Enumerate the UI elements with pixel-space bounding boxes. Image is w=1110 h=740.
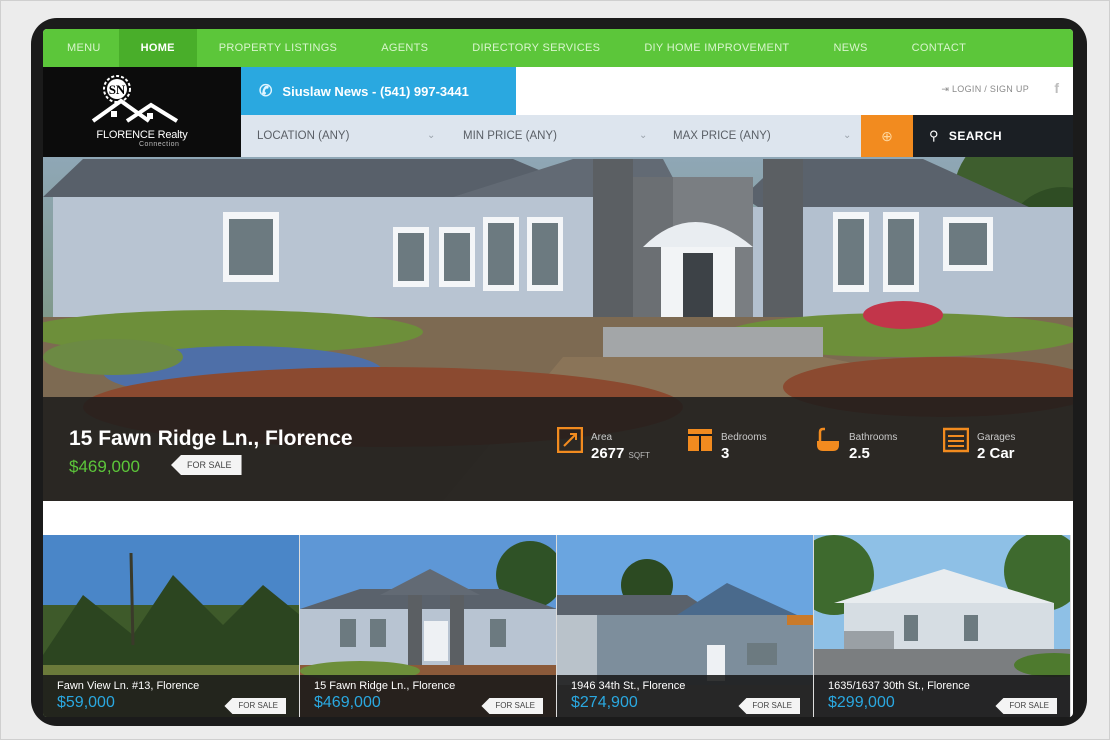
listing-title[interactable]: 15 Fawn Ridge Ln., Florence bbox=[314, 680, 455, 692]
stat-area-label: Area bbox=[591, 432, 613, 443]
stat-garages-value: 2 Car bbox=[977, 445, 1015, 462]
listing-title[interactable]: 1946 34th St., Florence bbox=[571, 680, 685, 692]
listing-price: $299,000 bbox=[828, 694, 895, 711]
nav-directory-services[interactable]: DIRECTORY SERVICES bbox=[450, 29, 622, 67]
listing-card[interactable]: 1946 34th St., Florence $274,900 FOR SAL… bbox=[557, 535, 814, 717]
logo-name: FLORENCE Realty bbox=[96, 129, 188, 141]
nav-diy-home-improvement[interactable]: DIY HOME IMPROVEMENT bbox=[622, 29, 811, 67]
search-button[interactable]: ⚲ SEARCH bbox=[913, 115, 1073, 157]
listing-info: 15 Fawn Ridge Ln., Florence $469,000 FOR… bbox=[300, 675, 556, 717]
stat-bathrooms-label: Bathrooms bbox=[849, 432, 898, 443]
listing-price: $59,000 bbox=[57, 694, 115, 711]
for-sale-badge: FOR SALE bbox=[224, 698, 286, 714]
search-filter-bar: LOCATION (ANY) ⌄ MIN PRICE (ANY) ⌄ MAX P… bbox=[241, 115, 1073, 157]
stat-bathrooms-value: 2.5 bbox=[849, 445, 870, 462]
header-utility-bar: ⇥ LOGIN / SIGN UP f bbox=[516, 67, 1073, 115]
area-icon bbox=[557, 427, 583, 453]
listing-card[interactable]: 1635/1637 30th St., Florence $299,000 FO… bbox=[814, 535, 1071, 717]
stat-garages-label: Garages bbox=[977, 432, 1016, 443]
nav-contact[interactable]: CONTACT bbox=[890, 29, 988, 67]
for-sale-badge: FOR SALE bbox=[481, 698, 543, 714]
nav-home[interactable]: HOME bbox=[118, 29, 197, 67]
search-icon: ⚲ bbox=[929, 128, 939, 143]
for-sale-badge: FOR SALE bbox=[995, 698, 1057, 714]
listing-price: $469,000 bbox=[314, 694, 381, 711]
website-screen: MENU HOME PROPERTY LISTINGS AGENTS DIREC… bbox=[43, 29, 1073, 717]
nav-news[interactable]: NEWS bbox=[811, 29, 889, 67]
garage-icon bbox=[943, 427, 969, 453]
phone-icon: ✆ bbox=[259, 83, 273, 100]
featured-address[interactable]: 15 Fawn Ridge Ln., Florence bbox=[69, 427, 353, 451]
for-sale-badge: FOR SALE bbox=[738, 698, 800, 714]
search-label: SEARCH bbox=[948, 129, 1002, 143]
listing-price: $274,900 bbox=[571, 694, 638, 711]
main-nav: MENU HOME PROPERTY LISTINGS AGENTS DIREC… bbox=[43, 29, 1073, 67]
site-logo[interactable]: SN FLORENCE Realty Connection bbox=[43, 67, 241, 157]
listing-card[interactable]: Fawn View Ln. #13, Florence $59,000 FOR … bbox=[43, 535, 300, 717]
nav-property-listings[interactable]: PROPERTY LISTINGS bbox=[197, 29, 359, 67]
bathtub-icon bbox=[817, 427, 839, 451]
chevron-down-icon: ⌄ bbox=[843, 130, 852, 141]
phone-text: Siuslaw News - (541) 997-3441 bbox=[282, 83, 469, 99]
featured-property-hero[interactable]: 15 Fawn Ridge Ln., Florence $469,000 FOR… bbox=[43, 157, 1073, 501]
login-arrow-icon: ⇥ bbox=[941, 84, 950, 94]
stat-bedrooms-value: 3 bbox=[721, 445, 730, 462]
logo-subtitle: Connection bbox=[139, 141, 180, 148]
bed-icon bbox=[688, 429, 712, 451]
phone-banner[interactable]: ✆ Siuslaw News - (541) 997-3441 bbox=[241, 67, 516, 115]
listing-info: 1635/1637 30th St., Florence $299,000 FO… bbox=[814, 675, 1070, 717]
max-price-select[interactable]: MAX PRICE (ANY) bbox=[673, 115, 771, 157]
facebook-icon[interactable]: f bbox=[1054, 80, 1059, 96]
listing-card[interactable]: 15 Fawn Ridge Ln., Florence $469,000 FOR… bbox=[300, 535, 557, 717]
listing-title[interactable]: 1635/1637 30th St., Florence bbox=[828, 680, 970, 692]
chevron-down-icon: ⌄ bbox=[427, 130, 436, 141]
listing-info: Fawn View Ln. #13, Florence $59,000 FOR … bbox=[43, 675, 299, 717]
logo-initials: SN bbox=[109, 82, 126, 97]
min-price-select[interactable]: MIN PRICE (ANY) bbox=[463, 115, 557, 157]
listing-info: 1946 34th St., Florence $274,900 FOR SAL… bbox=[557, 675, 813, 717]
featured-info-panel: 15 Fawn Ridge Ln., Florence $469,000 FOR… bbox=[43, 397, 1073, 501]
chevron-down-icon: ⌄ bbox=[639, 130, 648, 141]
login-signup-link[interactable]: ⇥ LOGIN / SIGN UP bbox=[941, 84, 1029, 95]
screenshot-frame: MENU HOME PROPERTY LISTINGS AGENTS DIREC… bbox=[0, 0, 1110, 740]
featured-price: $469,000 bbox=[69, 457, 140, 476]
nav-menu[interactable]: MENU bbox=[43, 29, 119, 67]
login-label: LOGIN / SIGN UP bbox=[951, 84, 1029, 94]
logo-house-icon: SN bbox=[91, 75, 179, 123]
listing-cards: Fawn View Ln. #13, Florence $59,000 FOR … bbox=[43, 535, 1073, 717]
listing-title[interactable]: Fawn View Ln. #13, Florence bbox=[57, 680, 199, 692]
stat-bedrooms-label: Bedrooms bbox=[721, 432, 767, 443]
for-sale-badge: FOR SALE bbox=[171, 455, 242, 475]
location-select[interactable]: LOCATION (ANY) bbox=[257, 115, 349, 157]
nav-agents[interactable]: AGENTS bbox=[359, 29, 450, 67]
stat-area-value: 2677 SQFT bbox=[591, 445, 650, 462]
plus-circle-icon[interactable]: ⊕ bbox=[861, 115, 913, 157]
